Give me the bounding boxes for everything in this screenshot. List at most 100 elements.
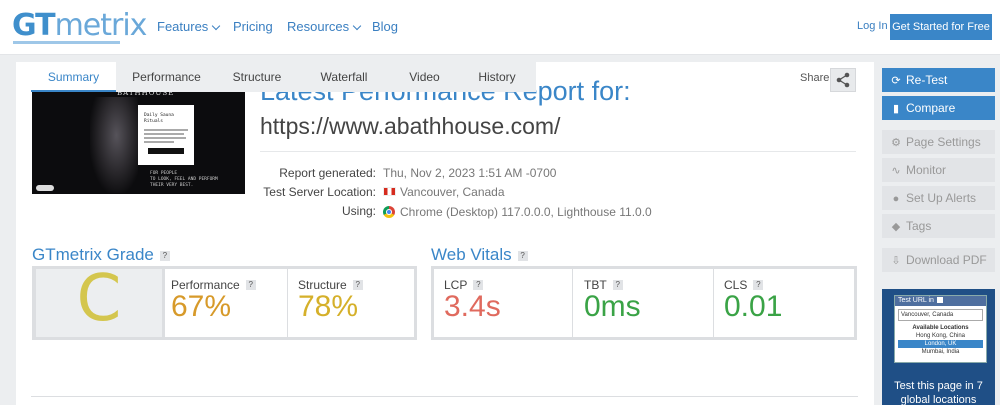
- test-server-label: Test Server Location:: [263, 185, 376, 199]
- tags-label: Tags: [906, 219, 932, 233]
- promo-text: Test this page in 7 global locations: [894, 380, 983, 405]
- get-started-button[interactable]: Get Started for Free: [890, 14, 992, 40]
- report-generated-value: Thu, Nov 2, 2023 1:51 AM -0700: [383, 166, 557, 180]
- nav-features-label: Features: [157, 19, 209, 34]
- tabs-divider: [31, 396, 858, 397]
- location-picker-header: Test URL in: [895, 296, 986, 306]
- help-icon[interactable]: ?: [352, 280, 363, 290]
- web-vitals-heading-text: Web Vitals: [431, 245, 512, 264]
- help-icon[interactable]: ?: [245, 280, 256, 290]
- available-locations-label: Available Locations: [912, 325, 969, 331]
- grade-letter: C: [76, 262, 122, 336]
- compare-button[interactable]: ▮ Compare: [882, 96, 995, 120]
- metric-divider: [287, 269, 288, 337]
- location-selected: Vancouver, Canada: [898, 309, 983, 321]
- cls-value: 0.01: [724, 290, 783, 323]
- thumbnail-popup-line: [144, 141, 174, 143]
- download-pdf-button[interactable]: ⇩ Download PDF: [882, 248, 995, 272]
- share-icon: [836, 72, 850, 88]
- location-picker-illustration: Test URL in Vancouver, Canada Available …: [894, 295, 987, 363]
- refresh-icon: ⟳: [891, 75, 901, 87]
- pdf-icon: ⇩: [891, 255, 901, 267]
- gtmetrix-logo[interactable]: GTmetrix: [12, 8, 148, 43]
- help-icon[interactable]: ?: [612, 280, 623, 290]
- tag-icon: ◆: [891, 221, 901, 233]
- thumbnail-popup-line: [144, 137, 186, 139]
- tab-performance[interactable]: Performance: [116, 62, 217, 92]
- logo-underline: [13, 41, 120, 44]
- thumbnail-popup-button: [148, 148, 184, 154]
- tab-video[interactable]: Video: [391, 62, 458, 92]
- test-server-text: Vancouver, Canada: [400, 185, 505, 199]
- logo-gt-text: GT: [12, 8, 56, 43]
- canada-flag-icon: [383, 187, 396, 196]
- retest-label: Re-Test: [906, 73, 948, 87]
- download-pdf-label: Download PDF: [906, 253, 987, 267]
- using-value: Chrome (Desktop) 117.0.0.0, Lighthouse 1…: [383, 204, 652, 219]
- structure-value: 78%: [298, 290, 359, 323]
- chrome-icon: [383, 206, 395, 218]
- help-icon[interactable]: ?: [473, 280, 484, 290]
- chevron-down-icon: [352, 21, 362, 31]
- tab-waterfall[interactable]: Waterfall: [297, 62, 391, 92]
- nav-resources[interactable]: Resources: [287, 19, 362, 34]
- monitor-button[interactable]: ∿ Monitor: [882, 158, 995, 182]
- thumbnail-popup-line: [144, 129, 188, 131]
- compare-icon: ▮: [892, 103, 900, 115]
- share-button[interactable]: [830, 68, 856, 92]
- tab-summary[interactable]: Summary: [31, 62, 116, 92]
- setup-alerts-label: Set Up Alerts: [906, 191, 977, 205]
- location-option: London, UK: [898, 340, 983, 348]
- monitor-label: Monitor: [906, 163, 947, 177]
- nav-pricing[interactable]: Pricing: [233, 19, 273, 34]
- location-option: Mumbai, India: [921, 349, 960, 355]
- thumbnail-popup-title: Daily Sauna Rituals: [144, 113, 174, 124]
- nav-blog-label: Blog: [372, 19, 399, 34]
- help-icon[interactable]: ?: [753, 280, 764, 290]
- pulse-icon: ∿: [891, 165, 901, 177]
- page-screenshot-thumbnail[interactable]: BATHHOUSE Daily Sauna Rituals FOR PEOPLE…: [32, 75, 245, 194]
- locations-promo-banner[interactable]: Test URL in Vancouver, Canada Available …: [882, 289, 995, 405]
- lcp-value: 3.4s: [444, 290, 501, 323]
- thumbnail-figure-image: [90, 97, 138, 193]
- nav-pricing-label: Pricing: [233, 19, 273, 34]
- report-url[interactable]: https://www.abathhouse.com/: [260, 113, 560, 140]
- nav-resources-label: Resources: [287, 19, 350, 34]
- help-icon[interactable]: ?: [517, 251, 528, 261]
- compare-label: Compare: [906, 101, 956, 115]
- report-panel: BATHHOUSE Daily Sauna Rituals FOR PEOPLE…: [16, 62, 874, 405]
- page-settings-button[interactable]: ⚙ Page Settings: [882, 130, 995, 154]
- nav-features[interactable]: Features: [157, 19, 221, 34]
- chevron-down-icon: [212, 21, 221, 31]
- logo-metrix-text: metrix: [54, 8, 148, 43]
- help-icon[interactable]: ?: [159, 251, 170, 261]
- test-server-value: Vancouver, Canada: [383, 185, 505, 199]
- thumbnail-pill: [36, 185, 54, 191]
- metric-divider: [572, 269, 573, 337]
- retest-button[interactable]: ⟳ Re-Test: [882, 68, 995, 92]
- share-label: Share: [800, 72, 830, 84]
- nav-blog[interactable]: Blog: [372, 19, 398, 34]
- login-link[interactable]: Log In: [857, 20, 888, 32]
- report-generated-label: Report generated:: [279, 166, 376, 180]
- tab-history[interactable]: History: [458, 62, 536, 92]
- tab-structure[interactable]: Structure: [217, 62, 297, 92]
- dropdown-icon: [936, 297, 943, 303]
- tags-button[interactable]: ◆ Tags: [882, 214, 995, 238]
- location-option: Hong Kong, China: [915, 333, 966, 339]
- web-vitals-heading: Web Vitals?: [431, 245, 528, 265]
- location-picker-title: Test URL in: [898, 297, 934, 304]
- performance-value: 67%: [171, 290, 232, 323]
- gear-icon: ⚙: [891, 137, 901, 149]
- setup-alerts-button[interactable]: ● Set Up Alerts: [882, 186, 995, 210]
- title-divider: [260, 151, 856, 152]
- using-text: Chrome (Desktop) 117.0.0.0, Lighthouse 1…: [400, 205, 652, 219]
- thumbnail-popup-line: [144, 133, 184, 135]
- thumbnail-popup: Daily Sauna Rituals: [138, 105, 194, 165]
- thumbnail-tagline: FOR PEOPLE TO LOOK, FEEL AND PERFORM THE…: [150, 171, 218, 188]
- using-label: Using:: [341, 204, 376, 218]
- metric-divider: [713, 269, 714, 337]
- tbt-value: 0ms: [584, 290, 641, 323]
- page-settings-label: Page Settings: [906, 135, 981, 149]
- alert-users-icon: ●: [892, 193, 900, 205]
